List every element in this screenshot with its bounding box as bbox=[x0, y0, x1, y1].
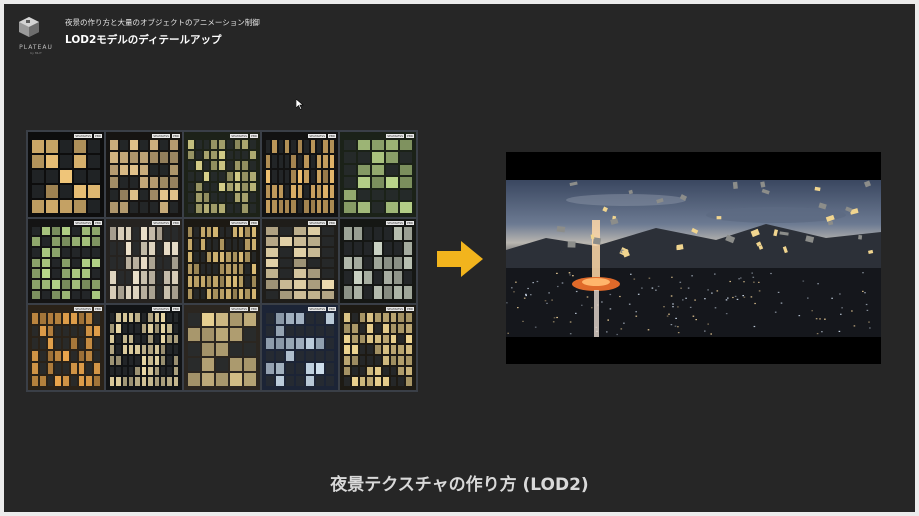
tile-badge: SEAMLESS PBR bbox=[74, 307, 102, 312]
texture-tile[interactable]: SEAMLESS PBR bbox=[262, 218, 338, 304]
window-pattern bbox=[32, 226, 100, 300]
window-pattern bbox=[266, 313, 334, 386]
seamless-badge: SEAMLESS bbox=[152, 220, 171, 225]
pbr-badge: PBR bbox=[250, 134, 258, 138]
seamless-badge: SEAMLESS bbox=[74, 134, 93, 138]
tile-badge: SEAMLESS PBR bbox=[386, 307, 414, 312]
tile-badge: SEAMLESS PBR bbox=[152, 307, 180, 312]
window-pattern bbox=[32, 140, 100, 213]
seamless-badge: SEAMLESS bbox=[308, 307, 327, 312]
mouse-cursor-icon bbox=[296, 99, 304, 110]
tile-badge: SEAMLESS PBR bbox=[308, 307, 336, 312]
city-night-render-preview bbox=[506, 152, 881, 364]
pbr-badge: PBR bbox=[94, 307, 102, 312]
window-pattern bbox=[188, 313, 256, 386]
tile-badge: SEAMLESS PBR bbox=[152, 220, 180, 225]
slide-title: LOD2モデルのディテールアップ bbox=[65, 34, 222, 46]
pbr-badge: PBR bbox=[328, 220, 336, 225]
seamless-badge: SEAMLESS bbox=[386, 134, 405, 138]
window-pattern bbox=[188, 226, 256, 300]
city-render-image bbox=[506, 180, 881, 337]
tile-badge: SEAMLESS PBR bbox=[230, 307, 258, 312]
slide-caption: 夜景テクスチャの作り方 (LOD2) bbox=[330, 475, 589, 495]
tile-badge: SEAMLESS PBR bbox=[74, 220, 102, 225]
window-pattern bbox=[344, 313, 412, 386]
seamless-badge: SEAMLESS bbox=[386, 307, 405, 312]
pbr-badge: PBR bbox=[406, 307, 414, 312]
logo-wordmark: PLATEAU bbox=[19, 44, 53, 51]
texture-tile[interactable]: SEAMLESS PBR bbox=[106, 218, 182, 304]
render-frame bbox=[506, 180, 881, 337]
tile-badge: SEAMLESS PBR bbox=[308, 220, 336, 225]
seamless-badge: SEAMLESS bbox=[308, 134, 327, 138]
pbr-badge: PBR bbox=[328, 134, 336, 138]
seamless-badge: SEAMLESS bbox=[386, 220, 405, 225]
seamless-badge: SEAMLESS bbox=[152, 134, 171, 138]
window-pattern bbox=[266, 226, 334, 300]
window-pattern bbox=[266, 140, 334, 213]
seamless-badge: SEAMLESS bbox=[230, 220, 249, 225]
seamless-badge: SEAMLESS bbox=[230, 134, 249, 138]
plateau-logo: PLATEAU by MLIT bbox=[18, 16, 54, 58]
texture-tile[interactable]: SEAMLESS PBR bbox=[262, 132, 338, 217]
texture-tile[interactable]: SEAMLESS PBR bbox=[184, 132, 260, 217]
seamless-badge: SEAMLESS bbox=[230, 307, 249, 312]
seamless-badge: SEAMLESS bbox=[152, 307, 171, 312]
texture-tile[interactable]: SEAMLESS PBR bbox=[262, 305, 338, 390]
seamless-badge: SEAMLESS bbox=[74, 220, 93, 225]
pbr-badge: PBR bbox=[172, 307, 180, 312]
pbr-badge: PBR bbox=[94, 134, 102, 138]
texture-tile[interactable]: SEAMLESS PBR bbox=[28, 218, 104, 304]
tile-badge: SEAMLESS PBR bbox=[230, 220, 258, 225]
plateau-cube-icon bbox=[19, 17, 39, 37]
slide-subtitle: 夜景の作り方と大量のオブジェクトのアニメーション制御 bbox=[65, 18, 260, 27]
texture-tile[interactable]: SEAMLESS PBR bbox=[184, 305, 260, 390]
tile-badge: SEAMLESS PBR bbox=[152, 134, 180, 138]
pbr-badge: PBR bbox=[406, 220, 414, 225]
pbr-badge: PBR bbox=[406, 134, 414, 138]
window-pattern bbox=[188, 140, 256, 213]
pbr-badge: PBR bbox=[328, 307, 336, 312]
presentation-slide: PLATEAU by MLIT 夜景の作り方と大量のオブジェクトのアニメーション… bbox=[4, 4, 915, 512]
tile-badge: SEAMLESS PBR bbox=[308, 134, 336, 138]
tile-badge: SEAMLESS PBR bbox=[386, 220, 414, 225]
texture-tile[interactable]: SEAMLESS PBR bbox=[106, 305, 182, 390]
pbr-badge: PBR bbox=[172, 220, 180, 225]
texture-tile[interactable]: SEAMLESS PBR bbox=[28, 305, 104, 390]
pbr-badge: PBR bbox=[250, 307, 258, 312]
texture-tile[interactable]: SEAMLESS PBR bbox=[340, 305, 416, 390]
texture-tile[interactable]: SEAMLESS PBR bbox=[340, 132, 416, 217]
logo-tagline: by MLIT bbox=[30, 51, 42, 55]
texture-tile[interactable]: SEAMLESS PBR bbox=[184, 218, 260, 304]
texture-tile[interactable]: SEAMLESS PBR bbox=[106, 132, 182, 217]
tile-badge: SEAMLESS PBR bbox=[230, 134, 258, 138]
night-texture-grid: SEAMLESS PBR SEAMLESS PBR SEAMLESS PBR SEAMLES… bbox=[26, 130, 418, 392]
right-arrow-icon bbox=[437, 241, 483, 277]
tile-badge: SEAMLESS PBR bbox=[386, 134, 414, 138]
tile-badge: SEAMLESS PBR bbox=[74, 134, 102, 138]
pbr-badge: PBR bbox=[250, 220, 258, 225]
window-pattern bbox=[110, 313, 178, 386]
pbr-badge: PBR bbox=[94, 220, 102, 225]
window-pattern bbox=[32, 313, 100, 386]
seamless-badge: SEAMLESS bbox=[74, 307, 93, 312]
seamless-badge: SEAMLESS bbox=[308, 220, 327, 225]
window-pattern bbox=[110, 140, 178, 213]
texture-tile[interactable]: SEAMLESS PBR bbox=[340, 218, 416, 304]
window-pattern bbox=[344, 226, 412, 300]
window-pattern bbox=[110, 226, 178, 300]
window-pattern bbox=[344, 140, 412, 213]
pbr-badge: PBR bbox=[172, 134, 180, 138]
texture-tile[interactable]: SEAMLESS PBR bbox=[28, 132, 104, 217]
